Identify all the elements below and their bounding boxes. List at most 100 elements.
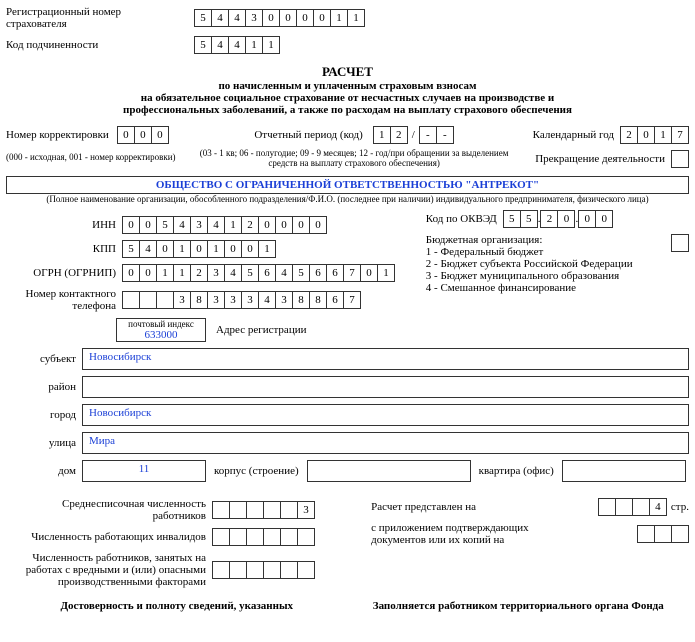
- cell[interactable]: 6: [309, 264, 327, 282]
- cell[interactable]: 6: [326, 264, 344, 282]
- inn-cells[interactable]: 005434120000: [122, 216, 327, 234]
- cell[interactable]: 5: [122, 240, 140, 258]
- cell[interactable]: [280, 561, 298, 579]
- budget-cell[interactable]: [671, 234, 689, 252]
- cell[interactable]: 3: [224, 291, 242, 309]
- cell[interactable]: [122, 291, 140, 309]
- building-field[interactable]: [307, 460, 471, 482]
- cell[interactable]: [212, 501, 230, 519]
- cell[interactable]: 4: [207, 216, 225, 234]
- cell[interactable]: 0: [139, 216, 157, 234]
- cell[interactable]: 0: [279, 9, 297, 27]
- cell[interactable]: 2: [540, 210, 558, 228]
- cell[interactable]: 3: [190, 216, 208, 234]
- cell[interactable]: 2: [241, 216, 259, 234]
- cell[interactable]: 3: [245, 9, 263, 27]
- cell[interactable]: 3: [297, 501, 315, 519]
- cell[interactable]: 0: [258, 216, 276, 234]
- sub-code-cells[interactable]: 54411: [194, 36, 280, 54]
- street-field[interactable]: Мира: [82, 432, 689, 454]
- cell[interactable]: [263, 528, 281, 546]
- cell[interactable]: 8: [190, 291, 208, 309]
- cell[interactable]: 0: [190, 240, 208, 258]
- cell[interactable]: 0: [292, 216, 310, 234]
- reg-num-cells[interactable]: 5443000011: [194, 9, 365, 27]
- cell[interactable]: [598, 498, 616, 516]
- cell[interactable]: 0: [122, 216, 140, 234]
- pages-cells[interactable]: 4: [598, 498, 667, 516]
- cell[interactable]: 4: [211, 9, 229, 27]
- attach-cells[interactable]: [637, 525, 689, 543]
- cell[interactable]: -: [419, 126, 437, 144]
- cell[interactable]: [229, 528, 247, 546]
- cell[interactable]: 0: [309, 216, 327, 234]
- cell[interactable]: 3: [275, 291, 293, 309]
- postcode-value[interactable]: 633000: [117, 329, 205, 341]
- cell[interactable]: 6: [258, 264, 276, 282]
- org-name[interactable]: ОБЩЕСТВО С ОГРАНИЧЕННОЙ ОТВЕТСТВЕННОСТЬЮ…: [7, 177, 688, 193]
- cell[interactable]: 1: [373, 126, 391, 144]
- cell[interactable]: 8: [309, 291, 327, 309]
- cell[interactable]: [297, 561, 315, 579]
- cell[interactable]: 5: [241, 264, 259, 282]
- cell[interactable]: 0: [360, 264, 378, 282]
- cell[interactable]: 7: [343, 264, 361, 282]
- cell[interactable]: [263, 501, 281, 519]
- cell[interactable]: 4: [275, 264, 293, 282]
- cell[interactable]: [671, 525, 689, 543]
- cell[interactable]: 0: [557, 210, 575, 228]
- cell[interactable]: 0: [637, 126, 655, 144]
- cell[interactable]: 8: [292, 291, 310, 309]
- headcount-cells[interactable]: 3: [212, 501, 315, 519]
- cell[interactable]: 4: [224, 264, 242, 282]
- cease-cell[interactable]: [671, 150, 689, 168]
- flat-field[interactable]: [562, 460, 686, 482]
- cell[interactable]: 0: [241, 240, 259, 258]
- cell[interactable]: 5: [194, 36, 212, 54]
- cell[interactable]: [246, 561, 264, 579]
- cell[interactable]: 2: [190, 264, 208, 282]
- cell[interactable]: [139, 291, 157, 309]
- cell[interactable]: 0: [595, 210, 613, 228]
- corr-cells[interactable]: 000: [117, 126, 169, 144]
- invalids-cells[interactable]: [212, 528, 315, 546]
- cell[interactable]: 1: [258, 240, 276, 258]
- cell[interactable]: 5: [520, 210, 538, 228]
- kpp-cells[interactable]: 540101001: [122, 240, 276, 258]
- cell[interactable]: 1: [156, 264, 174, 282]
- cell[interactable]: 1: [207, 240, 225, 258]
- cell[interactable]: 3: [207, 264, 225, 282]
- cell[interactable]: [637, 525, 655, 543]
- cell[interactable]: [229, 501, 247, 519]
- cell[interactable]: 0: [313, 9, 331, 27]
- cell[interactable]: 5: [194, 9, 212, 27]
- cell[interactable]: [280, 528, 298, 546]
- cell[interactable]: 0: [139, 264, 157, 282]
- city-field[interactable]: Новосибирск: [82, 404, 689, 426]
- cell[interactable]: 4: [211, 36, 229, 54]
- cell[interactable]: 4: [649, 498, 667, 516]
- cell[interactable]: 0: [122, 264, 140, 282]
- okved-cells-a[interactable]: 55: [503, 210, 538, 228]
- cell[interactable]: 3: [241, 291, 259, 309]
- cell[interactable]: 0: [262, 9, 280, 27]
- cell[interactable]: [671, 150, 689, 168]
- house-field[interactable]: 11: [82, 460, 206, 482]
- cell[interactable]: [263, 561, 281, 579]
- cell[interactable]: 0: [275, 216, 293, 234]
- period-cells-a[interactable]: 12: [373, 126, 408, 144]
- cell[interactable]: 4: [139, 240, 157, 258]
- ogrn-cells[interactable]: 0011234564566701: [122, 264, 395, 282]
- cell[interactable]: 1: [377, 264, 395, 282]
- cell[interactable]: 4: [228, 36, 246, 54]
- cell[interactable]: 7: [671, 126, 689, 144]
- cell[interactable]: 4: [258, 291, 276, 309]
- hazard-cells[interactable]: [212, 561, 315, 579]
- cell[interactable]: [297, 528, 315, 546]
- cell[interactable]: 5: [292, 264, 310, 282]
- cell[interactable]: 6: [326, 291, 344, 309]
- cell[interactable]: [654, 525, 672, 543]
- year-cells[interactable]: 2017: [620, 126, 689, 144]
- cell[interactable]: [212, 561, 230, 579]
- cell[interactable]: [671, 234, 689, 252]
